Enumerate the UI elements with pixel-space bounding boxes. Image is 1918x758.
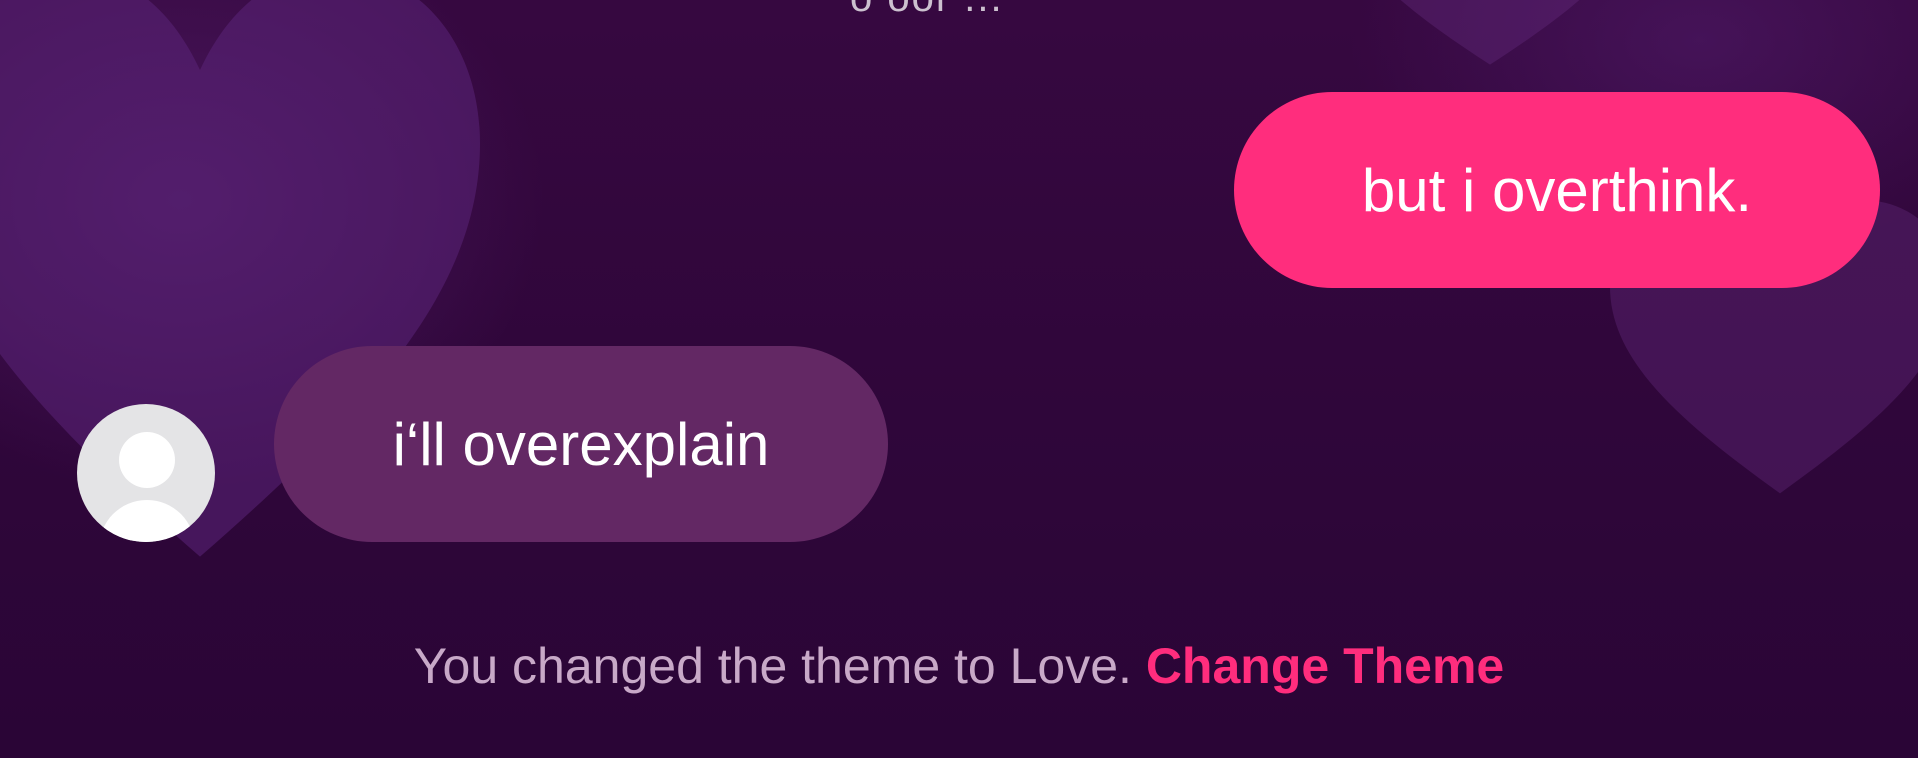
message-text: but i overthink.: [1361, 156, 1753, 224]
chat-thread: o oor ... but i overthink. i‘ll overexpl…: [0, 0, 1918, 758]
previous-message-fragment: o oor ...: [850, 0, 1004, 21]
message-text: i‘ll overexplain: [392, 410, 770, 478]
heart-icon: [1400, 0, 1580, 65]
theme-change-notice: You changed the theme to Love. Change Th…: [0, 636, 1918, 696]
change-theme-link[interactable]: Change Theme: [1146, 638, 1504, 694]
incoming-message-bubble[interactable]: i‘ll overexplain: [274, 346, 888, 542]
theme-change-text: You changed the theme to Love.: [413, 638, 1146, 694]
default-avatar-body: [99, 500, 195, 542]
avatar[interactable]: [77, 404, 215, 542]
default-avatar-icon: [119, 432, 175, 488]
outgoing-message-bubble[interactable]: but i overthink.: [1234, 92, 1880, 288]
